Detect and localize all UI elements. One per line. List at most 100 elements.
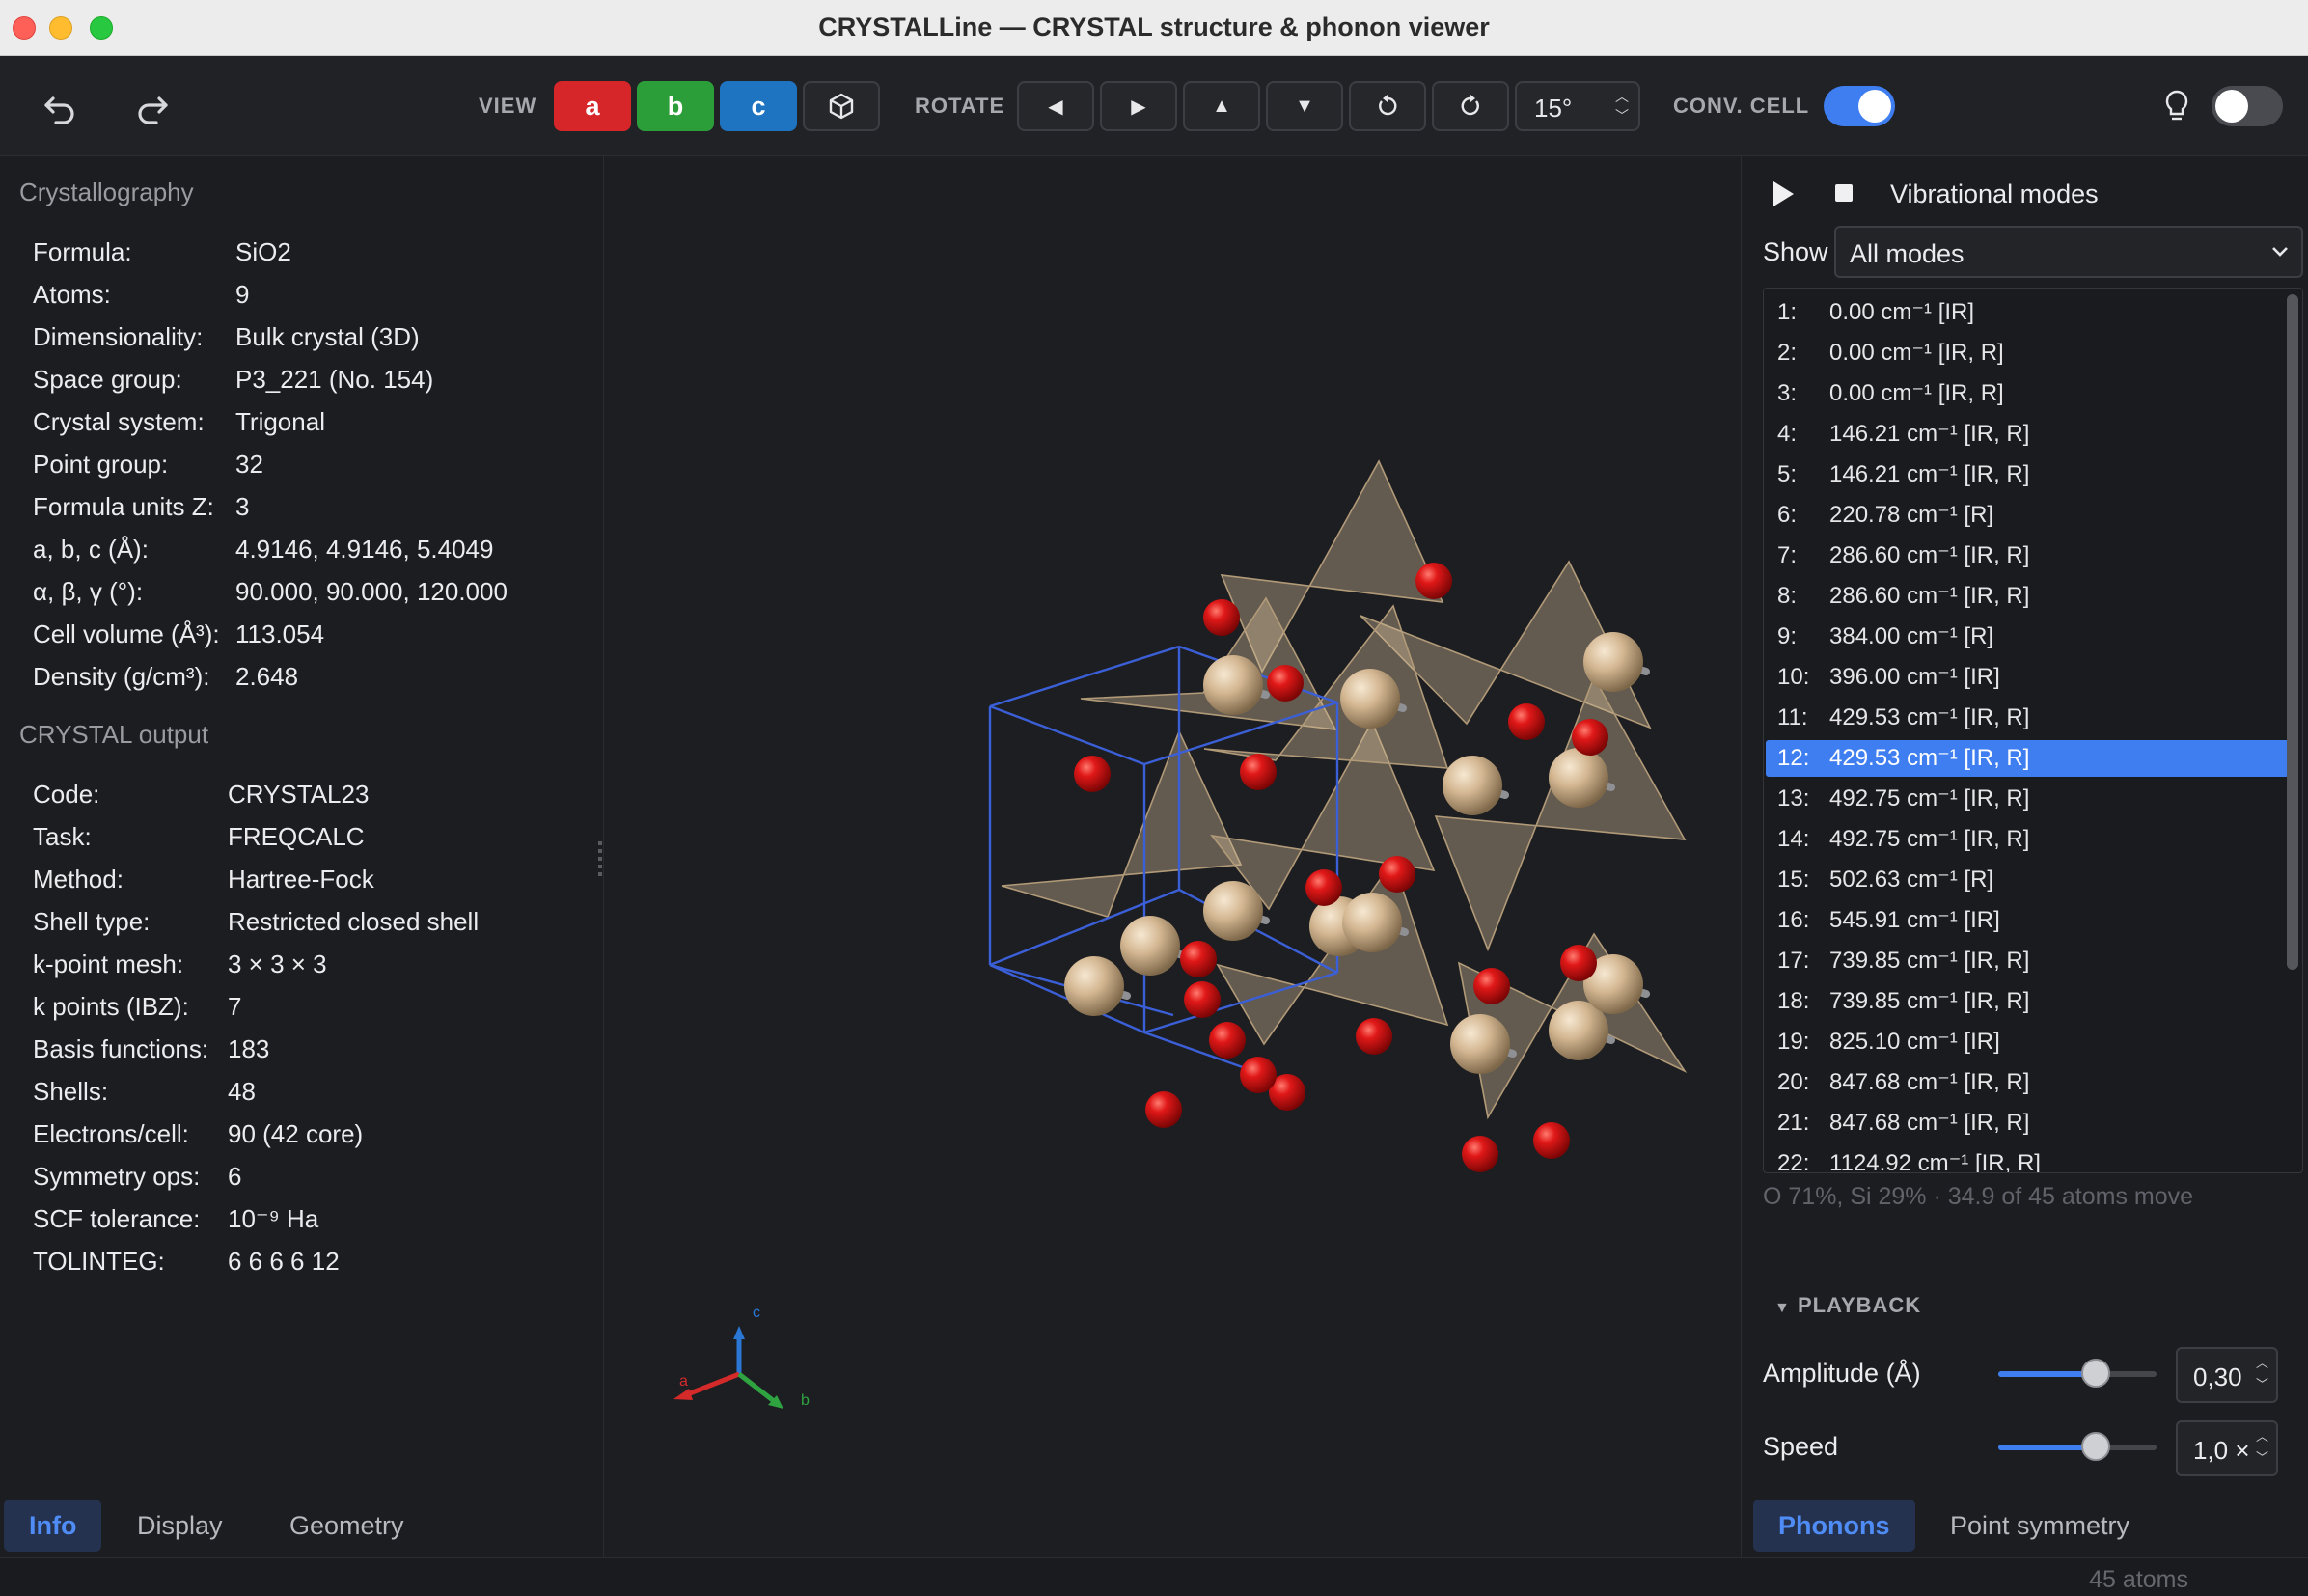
left-splitter-handle[interactable] [598, 841, 602, 876]
rotate-right-button[interactable]: ▶ [1100, 81, 1177, 131]
mode-index: 2: [1777, 340, 1798, 366]
view-b-button[interactable]: b [637, 81, 714, 131]
mode-item[interactable]: 11: 429.53 cm⁻¹ [IR, R] [1766, 700, 2289, 736]
mode-item[interactable]: 19: 825.10 cm⁻¹ [IR] [1766, 1024, 2289, 1060]
tab-info[interactable]: Info [4, 1500, 102, 1552]
mode-item[interactable]: 5: 146.21 cm⁻¹ [IR, R] [1766, 456, 2289, 493]
axis-c-label: c [753, 1305, 760, 1321]
tab-geometry[interactable]: Geometry [264, 1500, 429, 1552]
chevron-down-icon [2272, 247, 2288, 257]
rotate-step-spinbox[interactable]: 15° ︿ ﹀ [1515, 81, 1640, 131]
oxygen-atom [1209, 1022, 1246, 1059]
mode-index: 12: [1777, 745, 1810, 771]
mode-item[interactable]: 2: 0.00 cm⁻¹ [IR, R] [1766, 335, 2289, 371]
mode-item[interactable]: 14: 492.75 cm⁻¹ [IR, R] [1766, 821, 2289, 858]
view-a-button[interactable]: a [554, 81, 631, 131]
modes-panel: Vibrational modes Show All modes 1: 0.00 … [1741, 156, 2308, 1557]
mode-item[interactable]: 15: 502.63 cm⁻¹ [R] [1766, 862, 2289, 898]
mode-filter-select[interactable]: All modes [1834, 226, 2303, 278]
mode-item[interactable]: 7: 286.60 cm⁻¹ [IR, R] [1766, 537, 2289, 574]
mode-item[interactable]: 10: 396.00 cm⁻¹ [IR] [1766, 659, 2289, 696]
rotate-down-button[interactable]: ▼ [1266, 81, 1343, 131]
mode-index: 22: [1777, 1150, 1810, 1173]
chevron-down-icon[interactable]: ﹀ [2256, 1374, 2268, 1392]
mode-item[interactable]: 6: 220.78 cm⁻¹ [R] [1766, 497, 2289, 534]
info-value: 90.000, 90.000, 120.000 [235, 577, 508, 606]
mode-item[interactable]: 20: 847.68 cm⁻¹ [IR, R] [1766, 1064, 2289, 1101]
structure-viewport[interactable]: c a b [598, 156, 1748, 1557]
mode-item[interactable]: 13: 492.75 cm⁻¹ [IR, R] [1766, 781, 2289, 817]
modes-list[interactable]: 1: 0.00 cm⁻¹ [IR] 2: 0.00 cm⁻¹ [IR, R] 3: 0… [1763, 288, 2303, 1173]
mode-item[interactable]: 16: 545.91 cm⁻¹ [IR] [1766, 902, 2289, 939]
info-row: TOLINTEG: 6 6 6 6 12 [33, 1247, 340, 1277]
redo-button[interactable] [125, 79, 179, 133]
mode-filter-value: All modes [1850, 239, 1965, 268]
mode-frequency: 492.75 cm⁻¹ [IR, R] [1829, 785, 2030, 812]
window-title: CRYSTALLine — CRYSTAL structure & phonon… [818, 13, 1490, 41]
mode-item[interactable]: 3: 0.00 cm⁻¹ [IR, R] [1766, 375, 2289, 412]
info-value: 6 6 6 6 12 [228, 1247, 340, 1276]
conv-cell-toggle[interactable] [1824, 86, 1895, 126]
speed-spinbox[interactable]: 1,0 × ︿ ﹀ [2176, 1420, 2278, 1476]
cube-icon [829, 93, 854, 120]
theme-toggle[interactable] [2212, 86, 2283, 126]
modes-scrollbar-thumb[interactable] [2287, 294, 2298, 970]
playback-header[interactable]: ▼ PLAYBACK [1774, 1293, 1921, 1318]
tab-phonons[interactable]: Phonons [1753, 1500, 1915, 1552]
info-row: Method: Hartree-Fock [33, 865, 374, 894]
mode-index: 5: [1777, 461, 1798, 487]
title-bar: CRYSTALLine — CRYSTAL structure & phonon… [0, 0, 2308, 56]
info-label: k-point mesh: [33, 949, 184, 978]
play-button[interactable] [1771, 179, 1796, 213]
stop-icon [1835, 184, 1853, 202]
chevron-up-icon[interactable]: ︿ [2256, 1426, 2268, 1445]
chevron-down-icon[interactable]: ﹀ [2256, 1447, 2268, 1466]
rotate-left-button[interactable]: ◀ [1017, 81, 1094, 131]
unit-cell-edge [989, 704, 1145, 766]
chevron-down-icon[interactable]: ﹀ [1615, 106, 1629, 125]
mode-item[interactable]: 21: 847.68 cm⁻¹ [IR, R] [1766, 1105, 2289, 1142]
mode-item[interactable]: 1: 0.00 cm⁻¹ [IR] [1766, 294, 2289, 331]
mode-item[interactable]: 8: 286.60 cm⁻¹ [IR, R] [1766, 578, 2289, 615]
slider-handle[interactable] [2081, 1359, 2110, 1388]
tab-point-symmetry[interactable]: Point symmetry [1925, 1500, 2155, 1552]
mode-index: 9: [1777, 623, 1798, 649]
undo-button[interactable] [33, 79, 87, 133]
info-row: Dimensionality: Bulk crystal (3D) [33, 322, 420, 352]
mode-item[interactable]: 17: 739.85 cm⁻¹ [IR, R] [1766, 943, 2289, 979]
mode-index: 14: [1777, 826, 1810, 852]
mode-item[interactable]: 12: 429.53 cm⁻¹ [IR, R] [1766, 740, 2289, 777]
tab-display[interactable]: Display [112, 1500, 248, 1552]
view-perspective-button[interactable] [803, 81, 880, 131]
sio4-tetrahedron [1001, 729, 1243, 918]
mode-item[interactable]: 22: 1124.92 cm⁻¹ [IR, R] [1766, 1145, 2289, 1173]
crystal-structure-render[interactable]: c a b [604, 156, 1741, 1557]
mode-frequency: 146.21 cm⁻¹ [IR, R] [1829, 461, 2030, 487]
mode-item[interactable]: 18: 739.85 cm⁻¹ [IR, R] [1766, 983, 2289, 1020]
mode-frequency: 429.53 cm⁻¹ [IR, R] [1829, 745, 2030, 771]
silicon-atom [1583, 632, 1643, 692]
slider-handle[interactable] [2081, 1432, 2110, 1461]
chevron-down-icon: ▼ [1774, 1300, 1791, 1316]
chevron-up-icon[interactable]: ︿ [1615, 87, 1629, 106]
info-value: 7 [228, 992, 242, 1021]
rotate-up-button[interactable]: ▲ [1183, 81, 1260, 131]
info-value: Bulk crystal (3D) [235, 322, 420, 351]
info-value: 113.054 [235, 619, 325, 648]
atom-count: 45 atoms [2089, 1566, 2188, 1593]
rotate-ccw-icon [1379, 95, 1397, 116]
info-label: Basis functions: [33, 1034, 209, 1063]
stop-button[interactable] [1834, 183, 1854, 207]
view-c-button[interactable]: c [720, 81, 797, 131]
rotate-cw-button[interactable] [1432, 81, 1509, 131]
mode-item[interactable]: 9: 384.00 cm⁻¹ [R] [1766, 619, 2289, 655]
info-value: 48 [228, 1077, 256, 1106]
rotate-ccw-button[interactable] [1349, 81, 1426, 131]
lightbulb-button[interactable] [2150, 79, 2204, 133]
mode-info: O 71%, Si 29% · 34.9 of 45 atoms move [1763, 1183, 2194, 1210]
mode-item[interactable]: 4: 146.21 cm⁻¹ [IR, R] [1766, 416, 2289, 453]
mode-frequency: 502.63 cm⁻¹ [R] [1829, 867, 1994, 893]
amplitude-spinbox[interactable]: 0,30 ︿ ﹀ [2176, 1347, 2278, 1403]
info-value: Hartree-Fock [228, 865, 374, 894]
chevron-up-icon[interactable]: ︿ [2256, 1353, 2268, 1371]
